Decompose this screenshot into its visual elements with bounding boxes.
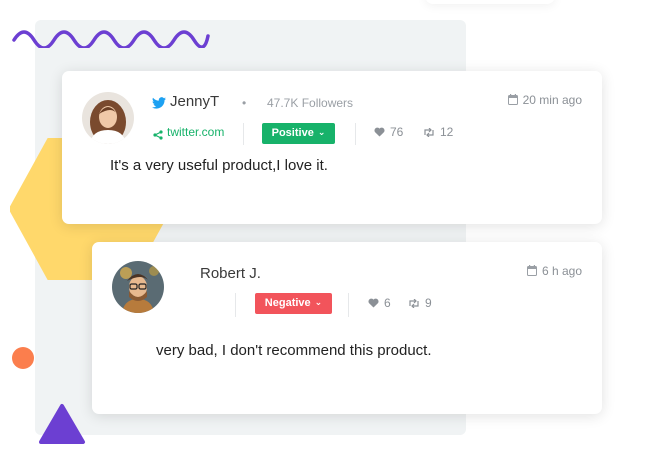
source-link[interactable]: twitter.com [167,125,224,139]
review-message: It's a very useful product,I love it. [110,157,328,174]
followers-count: 47.7K Followers [267,96,354,110]
timestamp: 20 min ago [507,93,582,108]
avatar[interactable] [82,92,134,144]
likes-stat[interactable]: 76 [374,125,403,140]
timestamp: 6 h ago [526,264,582,279]
triangle-decoration [39,404,85,444]
retweets-count: 9 [425,296,432,310]
likes-count: 76 [390,125,404,139]
heart-icon [374,126,385,140]
likes-count: 6 [384,296,391,310]
avatar[interactable] [112,261,164,313]
sentiment-dropdown[interactable]: Positive ⌄ [262,123,335,144]
retweet-icon [408,297,420,311]
timestamp-text: 6 h ago [541,264,582,278]
divider [235,293,236,317]
twitter-icon [152,96,166,114]
divider [348,293,349,317]
chevron-down-icon: ⌄ [317,127,326,137]
bullet-separator: • [242,96,247,110]
author-name[interactable]: JennyT [170,93,219,110]
likes-stat[interactable]: 6 [368,296,391,311]
review-card: Robert J. 6 h ago Negative ⌄ 6 9 very bad… [92,242,602,414]
orange-dot-decoration [12,347,34,369]
sentiment-dropdown[interactable]: Negative ⌄ [255,293,332,314]
background-card-edge [425,0,555,4]
chevron-down-icon: ⌄ [314,297,323,307]
share-icon [153,127,163,145]
timestamp-text: 20 min ago [522,93,582,107]
sentiment-label: Positive [271,127,314,139]
heart-icon [368,297,379,311]
divider [243,123,244,145]
retweets-count: 12 [440,125,454,139]
sentiment-label: Negative [264,297,311,309]
retweets-stat[interactable]: 12 [423,125,453,140]
retweets-stat[interactable]: 9 [408,296,432,311]
author-name[interactable]: Robert J. [200,265,261,282]
calendar-icon [526,265,537,279]
divider [355,123,356,145]
calendar-icon [507,94,518,108]
review-card: JennyT • 47.7K Followers 20 min ago twit… [62,71,602,224]
retweet-icon [423,126,435,140]
squiggle-decoration [12,30,210,48]
review-message: very bad, I don't recommend this product… [156,342,432,359]
